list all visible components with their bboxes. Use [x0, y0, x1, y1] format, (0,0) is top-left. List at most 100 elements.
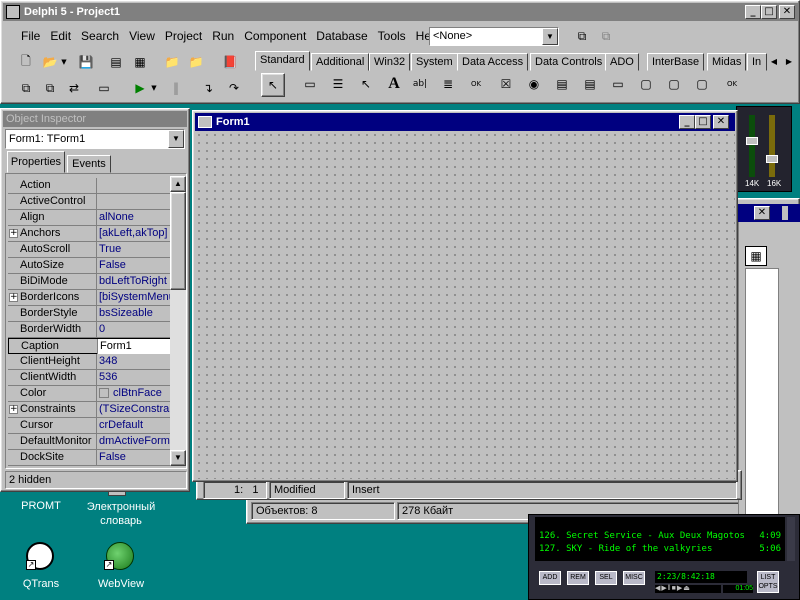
- tab-midas[interactable]: Midas: [707, 53, 747, 71]
- save-icon[interactable]: 💾: [75, 51, 97, 73]
- run-dropdown-icon[interactable]: ▼: [149, 77, 159, 99]
- menu-project[interactable]: Project: [165, 29, 202, 43]
- tab-scroll-right-icon[interactable]: ▶: [782, 53, 796, 69]
- tab-events[interactable]: Events: [67, 155, 111, 173]
- trace-into-icon[interactable]: ↴: [197, 77, 219, 99]
- property-row[interactable]: Action: [8, 178, 186, 194]
- property-value[interactable]: alNone: [96, 210, 172, 225]
- run-icon[interactable]: ▶: [129, 77, 151, 99]
- tab-ado[interactable]: ADO: [605, 53, 639, 71]
- property-row[interactable]: Align alNone: [8, 210, 186, 226]
- popupmenu-icon[interactable]: ↖: [355, 73, 377, 95]
- playlist-rem-button[interactable]: REM: [567, 571, 589, 585]
- property-value[interactable]: 348: [96, 354, 172, 369]
- tab-system[interactable]: System: [411, 53, 458, 71]
- eq-slider-14k[interactable]: [746, 115, 758, 177]
- radiobutton-icon[interactable]: ◉: [523, 73, 545, 95]
- actionlist-icon[interactable]: OK: [721, 73, 743, 95]
- open-icon[interactable]: 📂: [39, 51, 61, 73]
- component-combo[interactable]: <None> ▼: [429, 27, 559, 46]
- mini-transport[interactable]: ◀▶‖■▶⏏: [655, 585, 721, 593]
- object-selector-dropdown-icon[interactable]: ▼: [168, 130, 184, 148]
- property-row[interactable]: + Anchors [akLeft,akTop]: [8, 226, 186, 242]
- tab-more[interactable]: In: [747, 53, 767, 71]
- remove-from-project-icon[interactable]: 📁: [185, 51, 207, 73]
- menu-tools[interactable]: Tools: [378, 29, 406, 43]
- button-icon[interactable]: OK: [465, 73, 487, 95]
- expand-plus-icon[interactable]: +: [9, 229, 18, 238]
- property-row[interactable]: Cursor crDefault: [8, 418, 186, 434]
- property-row[interactable]: Color clBtnFace: [8, 386, 186, 402]
- pointer-tool-icon[interactable]: ↖: [261, 73, 285, 97]
- add-to-project-icon[interactable]: 📁: [161, 51, 183, 73]
- tab-data-controls[interactable]: Data Controls: [530, 53, 608, 71]
- mainmenu-icon[interactable]: ☰: [327, 73, 349, 95]
- tab-data-access[interactable]: Data Access: [457, 53, 529, 71]
- property-value[interactable]: [akLeft,akTop]: [96, 226, 172, 241]
- playlist-add-button[interactable]: ADD: [539, 571, 561, 585]
- step-over-icon[interactable]: ↷: [223, 77, 245, 99]
- playlist-misc-button[interactable]: MISC: [623, 571, 645, 585]
- scroll-up-icon[interactable]: ▲: [170, 176, 186, 192]
- property-row[interactable]: + BorderIcons [biSystemMenu,: [8, 290, 186, 306]
- panel-icon[interactable]: ▢: [691, 73, 713, 95]
- property-row[interactable]: DefaultMonitor dmActiveForm: [8, 434, 186, 450]
- menu-search[interactable]: Search: [81, 29, 119, 43]
- dropdown-arrow-icon[interactable]: ▼: [59, 51, 69, 73]
- property-value[interactable]: [96, 194, 172, 209]
- scroll-thumb[interactable]: [170, 192, 186, 290]
- memo-icon[interactable]: ≣: [437, 73, 459, 95]
- help-book-icon[interactable]: 📕: [219, 51, 241, 73]
- view-form-icon[interactable]: ⧉: [39, 77, 61, 99]
- tab-additional[interactable]: Additional: [311, 53, 370, 71]
- menu-component[interactable]: Component: [244, 29, 306, 43]
- window-list-icon[interactable]: ⧉: [571, 25, 593, 47]
- window-list-icon-2[interactable]: ⧉: [595, 25, 617, 47]
- save-all-icon[interactable]: ▤: [105, 51, 127, 73]
- form-maximize-button[interactable]: □: [695, 115, 711, 129]
- playlist-item[interactable]: 127. SKY - Ride of the valkyries 5:06: [539, 544, 781, 557]
- combo-dropdown-icon[interactable]: ▼: [542, 28, 558, 45]
- property-value[interactable]: clBtnFace: [96, 386, 172, 401]
- tab-win32[interactable]: Win32: [369, 53, 411, 71]
- property-value[interactable]: 536: [96, 370, 172, 385]
- groupbox-icon[interactable]: ▢: [635, 73, 657, 95]
- frames-icon[interactable]: ▭: [299, 73, 321, 95]
- menu-run[interactable]: Run: [212, 29, 234, 43]
- property-row[interactable]: BorderStyle bsSizeable: [8, 306, 186, 322]
- desktop-icon-webview[interactable]: ↗ WebView: [90, 540, 152, 596]
- playlist-item[interactable]: 126. Secret Service - Aux Deux Magotos 4…: [539, 531, 781, 544]
- explorer-close-button[interactable]: ✕: [754, 206, 770, 220]
- property-value[interactable]: 0: [96, 322, 172, 337]
- close-button[interactable]: ✕: [779, 5, 795, 19]
- property-value[interactable]: (TSizeConstrain: [96, 402, 172, 417]
- minimize-button[interactable]: _: [745, 5, 761, 19]
- playlist-sel-button[interactable]: SEL: [595, 571, 617, 585]
- list-opts-button[interactable]: LIST OPTS: [757, 571, 779, 593]
- expand-plus-icon[interactable]: +: [9, 293, 18, 302]
- property-row[interactable]: BiDiMode bdLeftToRight: [8, 274, 186, 290]
- property-row[interactable]: ClientWidth 536: [8, 370, 186, 386]
- tab-properties[interactable]: Properties: [7, 151, 65, 173]
- tab-standard[interactable]: Standard: [255, 51, 310, 71]
- form1-window[interactable]: Form1 _ □ ✕: [192, 110, 738, 482]
- property-value[interactable]: [biSystemMenu,: [96, 290, 172, 305]
- eq-slider-16k[interactable]: [766, 115, 778, 177]
- tab-scroll-left-icon[interactable]: ◀: [767, 53, 781, 69]
- view-unit-icon[interactable]: ⧉: [15, 77, 37, 99]
- property-value[interactable]: crDefault: [96, 418, 172, 433]
- maximize-button[interactable]: □: [761, 5, 777, 19]
- desktop-icon-qtrans[interactable]: ↗ QTrans: [12, 540, 70, 596]
- checkbox-icon[interactable]: ☒: [495, 73, 517, 95]
- properties-scrollbar[interactable]: ▲ ▼: [170, 176, 186, 466]
- tab-interbase[interactable]: InterBase: [647, 53, 705, 71]
- property-row[interactable]: + Constraints (TSizeConstrain: [8, 402, 186, 418]
- menu-file[interactable]: File: [21, 29, 40, 43]
- property-value[interactable]: dmActiveForm: [96, 434, 172, 449]
- property-value[interactable]: False: [96, 450, 172, 465]
- property-value[interactable]: Form1: [97, 339, 173, 354]
- new-icon[interactable]: 🗋: [15, 51, 37, 73]
- calendar-icon[interactable]: ▦: [745, 246, 767, 266]
- property-value[interactable]: bdLeftToRight: [96, 274, 172, 289]
- property-value[interactable]: [96, 178, 172, 193]
